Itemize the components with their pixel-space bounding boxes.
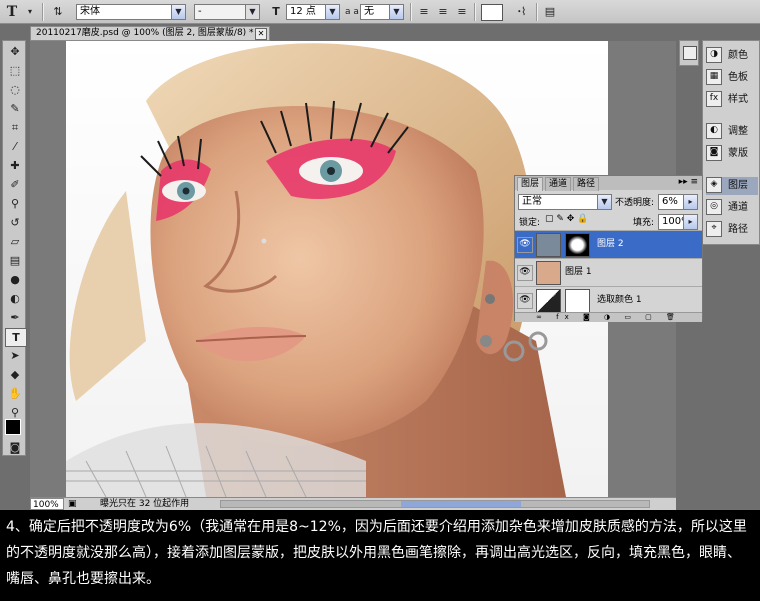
dock-item-styles[interactable]: fx 样式 <box>706 91 758 109</box>
eye-icon[interactable]: 👁 <box>517 265 533 281</box>
font-size-select[interactable]: 12 点 ▼ <box>286 4 340 20</box>
type-tool-icon[interactable]: T <box>4 4 20 20</box>
font-style-select[interactable]: - ▼ <box>194 4 260 20</box>
font-family-select[interactable]: 宋体 ▼ <box>76 4 186 20</box>
tool-preset-dropdown-icon[interactable]: ▾ <box>22 4 38 20</box>
antialias-select[interactable]: 无 ▼ <box>360 4 404 20</box>
lock-icons[interactable]: ▢ ✎ ✥ 🔒 <box>545 214 588 224</box>
dock-item-adjustments[interactable]: ◐ 调整 <box>706 123 758 141</box>
font-size-icon: T <box>272 5 280 18</box>
eye-icon[interactable]: 👁 <box>517 293 533 309</box>
layer-mask-thumbnail[interactable] <box>565 289 590 313</box>
swatch-icon: ◑ <box>706 47 722 63</box>
dock-item-color[interactable]: ◑ 颜色 <box>706 47 758 65</box>
gradient-tool-icon[interactable]: ▤ <box>5 252 25 269</box>
text-orientation-icon[interactable]: ⇅ <box>50 4 66 20</box>
fill-label: 填充: <box>633 218 655 228</box>
mask-icon: ◙ <box>706 145 722 161</box>
align-right-icon[interactable]: ≡ <box>454 4 470 20</box>
path-select-tool-icon[interactable]: ➤ <box>5 347 25 364</box>
move-tool-icon[interactable]: ✥ <box>5 43 25 60</box>
layer-name: 图层 1 <box>565 267 592 277</box>
dodge-tool-icon[interactable]: ◐ <box>5 290 25 307</box>
layer-row[interactable]: 👁 选取颜色 1 <box>515 286 702 314</box>
panel-dock: ◑ 颜色 ▦ 色板 fx 样式 ◐ 调整 ◙ 蒙版 ◈ 图层 ◎ 通道 ⌖ 路径 <box>702 40 760 245</box>
hand-tool-icon[interactable]: ✋ <box>5 385 25 402</box>
type-tool-icon[interactable]: T <box>5 328 27 347</box>
lasso-tool-icon[interactable]: ◌ <box>5 81 25 98</box>
opacity-label: 不透明度: <box>615 198 655 208</box>
align-center-icon[interactable]: ≡ <box>435 4 451 20</box>
toolbox: ✥ ⬚ ◌ ✎ ⌗ ⁄ ✚ ✐ ⚲ ↺ ▱ ▤ ● ◐ ✒ T ➤ ◆ ✋ ⚲ … <box>2 40 27 456</box>
layer-thumbnail <box>536 233 561 257</box>
layer-row[interactable]: 👁 图层 2 <box>515 230 702 258</box>
layer-name: 图层 2 <box>597 239 624 249</box>
document-tab-title: 20110217磨皮.psd @ 100% (图层 2, 图层蒙版/8) * <box>36 28 254 38</box>
character-panel-icon[interactable]: ▤ <box>542 4 558 20</box>
status-bar: 100% ▣ 曝光只在 32 位起作用 <box>30 497 676 510</box>
dock-item-swatches[interactable]: ▦ 色板 <box>706 69 758 87</box>
mini-dock <box>679 40 699 66</box>
zoom-field[interactable]: 100% <box>30 498 64 510</box>
adjust-icon: ◐ <box>706 123 722 139</box>
dock-item-layers[interactable]: ◈ 图层 <box>706 177 758 195</box>
dock-item-paths[interactable]: ⌖ 路径 <box>706 221 758 239</box>
panel-menu-icon[interactable]: ▸▸ ≡ <box>679 177 698 187</box>
document-tab[interactable]: 20110217磨皮.psd @ 100% (图层 2, 图层蒙版/8) * ✕ <box>30 26 270 41</box>
pen-tool-icon[interactable]: ✒ <box>5 309 25 326</box>
shape-tool-icon[interactable]: ◆ <box>5 366 25 383</box>
paths-icon: ⌖ <box>706 221 722 237</box>
horizontal-scrollbar[interactable] <box>220 500 650 508</box>
fx-icon: fx <box>706 91 722 107</box>
status-info: 曝光只在 32 位起作用 <box>100 499 190 509</box>
history-brush-tool-icon[interactable]: ↺ <box>5 214 25 231</box>
quick-mask-icon[interactable]: ◙ <box>5 439 25 456</box>
tab-channels[interactable]: 通道 <box>545 177 572 191</box>
align-left-icon[interactable]: ≡ <box>416 4 432 20</box>
eraser-tool-icon[interactable]: ▱ <box>5 233 25 250</box>
layers-footer-buttons[interactable]: ∞ fx ◙ ◑ ▭ ▢ 🗑 <box>515 312 702 322</box>
crop-tool-icon[interactable]: ⌗ <box>5 119 25 136</box>
layer-row[interactable]: 👁 图层 1 <box>515 258 702 286</box>
brush-tool-icon[interactable]: ✐ <box>5 176 25 193</box>
clone-stamp-tool-icon[interactable]: ⚲ <box>5 195 25 212</box>
history-icon[interactable] <box>683 46 697 60</box>
tab-layers[interactable]: 图层 <box>517 177 544 191</box>
warp-text-icon[interactable]: ꞏ⌇ <box>514 4 530 20</box>
tab-paths[interactable]: 路径 <box>573 177 600 191</box>
dock-item-masks[interactable]: ◙ 蒙版 <box>706 145 758 163</box>
lock-label: 锁定: <box>519 218 541 228</box>
dock-item-channels[interactable]: ◎ 通道 <box>706 199 758 217</box>
eye-icon[interactable]: 👁 <box>517 237 533 253</box>
caption-text: 4、确定后把不透明度改为6%（我通常在用是8~12%，因为后面还要介绍用添加杂色… <box>0 510 760 601</box>
blur-tool-icon[interactable]: ● <box>5 271 25 288</box>
close-icon[interactable]: ✕ <box>255 28 267 40</box>
options-bar: T ▾ ⇅ 宋体 ▼ - ▼ T 12 点 ▼ a a 无 ▼ ≡ ≡ ≡ ꞏ⌇ ▤ <box>0 0 760 24</box>
marquee-tool-icon[interactable]: ⬚ <box>5 62 25 79</box>
blend-mode-select[interactable]: 正常 ▼ <box>518 194 612 210</box>
foreground-color-swatch[interactable] <box>5 419 21 435</box>
channels-icon: ◎ <box>706 199 722 215</box>
scrollbar-thumb[interactable] <box>401 501 521 507</box>
adjustment-icon <box>536 289 561 313</box>
layers-icon: ◈ <box>706 177 722 193</box>
text-color-swatch[interactable] <box>481 4 503 21</box>
quick-select-tool-icon[interactable]: ✎ <box>5 100 25 117</box>
grid-icon: ▦ <box>706 69 722 85</box>
layer-mask-thumbnail[interactable] <box>565 233 590 257</box>
fill-input[interactable]: 100% ▸ <box>658 214 698 230</box>
layer-name: 选取颜色 1 <box>597 295 642 305</box>
antialias-icon: a a <box>345 7 359 17</box>
opacity-input[interactable]: 6% ▸ <box>658 194 698 210</box>
layer-thumbnail <box>536 261 561 285</box>
eyedropper-tool-icon[interactable]: ⁄ <box>5 138 25 155</box>
healing-brush-tool-icon[interactable]: ✚ <box>5 157 25 174</box>
layers-panel: 图层 通道 路径 ▸▸ ≡ 正常 ▼ 不透明度: 6% ▸ 锁定: ▢ ✎ ✥ 🔒 … <box>514 175 703 322</box>
status-menu-icon[interactable]: ▣ <box>68 498 77 510</box>
